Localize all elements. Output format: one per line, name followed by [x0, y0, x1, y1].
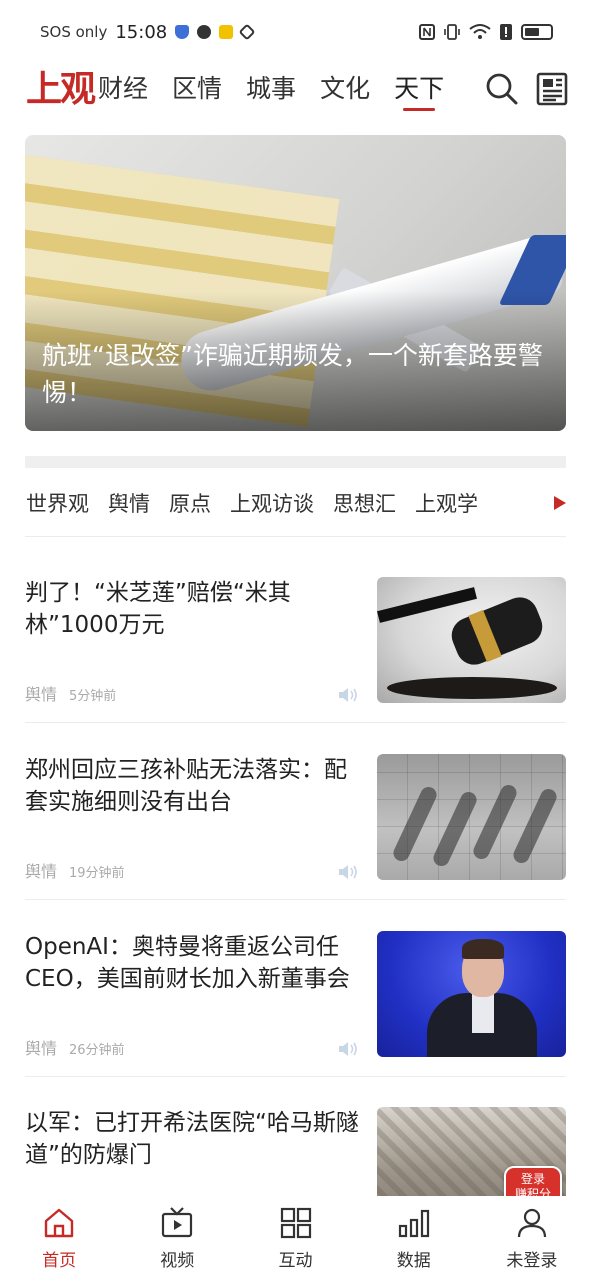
headline-banner[interactable]: 航班“退改签”诈骗近期频发，一个新套路要警惕！: [25, 135, 566, 431]
tab-label: 未登录: [506, 1251, 558, 1271]
divider: [25, 1076, 566, 1077]
vibrate-icon: [444, 24, 460, 40]
tab-district[interactable]: 区情: [160, 64, 234, 114]
shield-icon: [175, 25, 190, 39]
news-item[interactable]: 郑州回应三孩补贴无法落实：配套实施细则没有出台 舆情 19分钟前: [25, 754, 566, 882]
nfc-icon: [419, 24, 435, 40]
speaker-icon[interactable]: [337, 687, 359, 703]
tab-interact[interactable]: 互动: [236, 1196, 354, 1280]
tab-culture[interactable]: 文化: [308, 64, 382, 114]
news-source: 舆情: [25, 862, 58, 881]
news-meta: 舆情 26分钟前: [25, 1035, 125, 1059]
news-thumbnail[interactable]: [377, 577, 566, 703]
speaker-icon[interactable]: [337, 864, 359, 880]
newspaper-icon[interactable]: [535, 72, 569, 106]
tab-world[interactable]: 天下: [382, 64, 456, 114]
home-icon: [42, 1206, 76, 1240]
sub-channel-item[interactable]: 舆情: [108, 488, 150, 518]
channel-tabs: 财经 区情 城事 文化 天下: [98, 64, 479, 114]
tab-profile[interactable]: 未登录: [473, 1196, 591, 1280]
sub-channel-bar: 世界观 舆情 原点 上观访谈 思想汇 上观学: [26, 478, 566, 528]
news-title[interactable]: 判了！“米芝莲”赔偿“米其林”1000万元: [25, 577, 360, 641]
app-notification-icon: [197, 25, 212, 39]
carrier-text: SOS only: [40, 23, 108, 41]
tab-finance[interactable]: 财经: [98, 64, 160, 114]
sub-channel-item[interactable]: 上观访谈: [230, 488, 314, 518]
news-title[interactable]: OpenAI：奥特曼将重返公司任CEO，美国前财长加入新董事会: [25, 931, 360, 995]
tab-label: 数据: [396, 1251, 431, 1271]
news-item[interactable]: 判了！“米芝莲”赔偿“米其林”1000万元 舆情 5分钟前: [25, 577, 566, 705]
bottom-tab-bar: 首页 视频 互动 数据 未登录: [0, 1196, 591, 1280]
tab-label: 视频: [160, 1251, 195, 1271]
status-right: [419, 23, 553, 41]
search-icon[interactable]: [485, 72, 519, 106]
user-icon: [515, 1206, 549, 1240]
news-item[interactable]: OpenAI：奥特曼将重返公司任CEO，美国前财长加入新董事会 舆情 26分钟前: [25, 931, 566, 1059]
status-bar: SOS only 15:08: [0, 0, 591, 64]
wifi-icon: [469, 24, 491, 39]
app-notification-icon: [219, 25, 234, 39]
news-title[interactable]: 以军：已打开希法医院“哈马斯隧道”的防爆门: [25, 1107, 360, 1171]
status-left: SOS only 15:08: [40, 21, 256, 43]
news-source: 舆情: [25, 685, 58, 704]
sub-channel-item[interactable]: 世界观: [26, 488, 89, 518]
link-icon: [238, 23, 256, 41]
banner-title[interactable]: 航班“退改签”诈骗近期频发，一个新套路要警惕！: [42, 337, 546, 411]
alert-icon: [500, 24, 512, 40]
news-thumbnail[interactable]: [377, 754, 566, 880]
news-time: 5分钟前: [69, 689, 117, 704]
battery-icon: [521, 24, 553, 40]
tab-label: 互动: [278, 1251, 313, 1271]
video-icon: [160, 1206, 194, 1240]
news-time: 19分钟前: [69, 866, 125, 881]
tab-home[interactable]: 首页: [0, 1196, 118, 1280]
clock: 15:08: [115, 21, 168, 43]
news-source: 舆情: [25, 1039, 58, 1058]
top-nav: 上观 财经 区情 城事 文化 天下: [0, 64, 591, 114]
sub-channel-item[interactable]: 原点: [169, 488, 211, 518]
tab-label: 首页: [42, 1251, 77, 1271]
tab-video[interactable]: 视频: [118, 1196, 236, 1280]
scroll-right-icon[interactable]: [554, 496, 566, 510]
news-time: 26分钟前: [69, 1043, 125, 1058]
news-thumbnail[interactable]: [377, 931, 566, 1057]
news-meta: 舆情 5分钟前: [25, 681, 116, 705]
nav-icons: [485, 72, 569, 106]
divider: [25, 456, 566, 468]
bar-chart-icon: [397, 1206, 431, 1240]
sub-channel-item[interactable]: 上观学: [415, 488, 478, 518]
divider: [25, 536, 566, 537]
grid-icon: [279, 1206, 313, 1240]
news-title[interactable]: 郑州回应三孩补贴无法落实：配套实施细则没有出台: [25, 754, 360, 818]
speaker-icon[interactable]: [337, 1041, 359, 1057]
news-item[interactable]: 以军：已打开希法医院“哈马斯隧道”的防爆门: [25, 1107, 566, 1197]
divider: [25, 899, 566, 900]
sub-channel-item[interactable]: 思想汇: [333, 488, 396, 518]
tab-data[interactable]: 数据: [355, 1196, 473, 1280]
news-meta: 舆情 19分钟前: [25, 858, 125, 882]
badge-line: 登录: [520, 1172, 545, 1186]
tab-city[interactable]: 城事: [234, 64, 308, 114]
app-logo[interactable]: 上观: [26, 71, 96, 107]
divider: [25, 722, 566, 723]
